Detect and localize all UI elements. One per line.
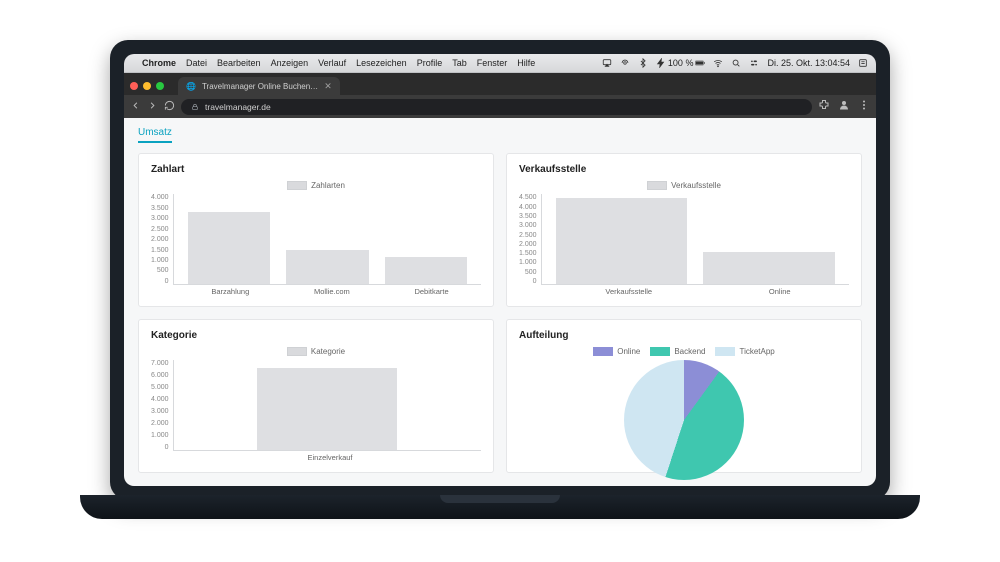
forward-button[interactable] (147, 98, 158, 116)
chart-plot-area (173, 360, 481, 451)
page-content: Umsatz ZahlartZahlarten4.0003.5003.0002.… (124, 118, 876, 486)
minimize-window-button[interactable] (143, 82, 151, 90)
macos-menubar: Chrome Datei Bearbeiten Anzeigen Verlauf… (124, 54, 876, 73)
menu-hilfe[interactable]: Hilfe (517, 58, 535, 68)
extensions-button[interactable] (818, 98, 830, 116)
browser-toolbar: travelmanager.de (124, 95, 876, 119)
laptop-base (80, 495, 920, 519)
menu-tab[interactable]: Tab (452, 58, 467, 68)
bluetooth-icon[interactable] (638, 58, 648, 68)
menu-lesezeichen[interactable]: Lesezeichen (356, 58, 407, 68)
menu-fenster[interactable]: Fenster (477, 58, 508, 68)
legend-backend[interactable]: Backend (650, 347, 705, 356)
tab-title: Travelmanager Online Buchen… (202, 82, 318, 91)
airplay-icon[interactable] (602, 58, 612, 68)
dashboard-grid: ZahlartZahlarten4.0003.5003.0002.5002.00… (124, 143, 876, 486)
battery-status[interactable]: 100 % (656, 58, 706, 68)
bar-barzahlung[interactable] (188, 212, 270, 284)
app-name[interactable]: Chrome (142, 58, 176, 68)
menu-verlauf[interactable]: Verlauf (318, 58, 346, 68)
tab-favicon-icon: 🌐 (186, 82, 196, 91)
maximize-window-button[interactable] (156, 82, 164, 90)
chart-plot-area (173, 194, 481, 285)
profile-button[interactable] (838, 98, 850, 116)
pie-chart[interactable] (624, 360, 744, 480)
menu-datei[interactable]: Datei (186, 58, 207, 68)
bar-einzelverkauf[interactable] (257, 368, 397, 450)
chart-card-kategorie: KategorieKategorie7.0006.0005.0004.0003.… (138, 319, 494, 473)
laptop-lid: Chrome Datei Bearbeiten Anzeigen Verlauf… (110, 40, 890, 500)
menu-bearbeiten[interactable]: Bearbeiten (217, 58, 261, 68)
spotlight-icon[interactable] (731, 58, 741, 68)
bar-online[interactable] (703, 252, 835, 284)
back-button[interactable] (130, 98, 141, 116)
chart-title: Kategorie (151, 330, 481, 341)
status-icons: 100 % Di. 25. Okt. 13:04:54 (602, 58, 868, 68)
chart-card-zahlart: ZahlartZahlarten4.0003.5003.0002.5002.00… (138, 153, 494, 307)
battery-percent: 100 % (668, 58, 694, 68)
lock-icon (191, 103, 199, 111)
notification-center-icon[interactable] (858, 58, 868, 68)
chart-card-verkaufsstelle: VerkaufsstelleVerkaufsstelle4.5004.0003.… (506, 153, 862, 307)
chart-legend: Kategorie (151, 347, 481, 356)
url-text: travelmanager.de (205, 102, 271, 112)
wifi-icon[interactable] (713, 58, 723, 68)
chart-plot-area (541, 194, 849, 285)
window-controls (130, 82, 164, 90)
address-bar[interactable]: travelmanager.de (181, 99, 812, 115)
clock[interactable]: Di. 25. Okt. 13:04:54 (767, 58, 850, 68)
bar-verkaufsstelle[interactable] (556, 198, 688, 284)
control-center-icon[interactable] (749, 58, 759, 68)
bar-mollie-com[interactable] (286, 250, 368, 284)
screen: Chrome Datei Bearbeiten Anzeigen Verlauf… (124, 54, 876, 486)
chart-card-aufteilung: Aufteilung Online Backend TicketApp (506, 319, 862, 473)
chart-title: Verkaufsstelle (519, 164, 849, 175)
chrome-menu-button[interactable] (858, 98, 870, 116)
chart-title: Zahlart (151, 164, 481, 175)
tab-umsatz[interactable]: Umsatz (138, 127, 172, 143)
close-tab-button[interactable]: ✕ (324, 81, 332, 92)
menu-profile[interactable]: Profile (417, 58, 443, 68)
bar-debitkarte[interactable] (385, 257, 467, 284)
menu-anzeigen[interactable]: Anzeigen (271, 58, 309, 68)
page-tabs: Umsatz (124, 118, 876, 143)
browser-tab-strip: 🌐 Travelmanager Online Buchen… ✕ (124, 73, 876, 95)
chart-legend: Zahlarten (151, 181, 481, 190)
legend-online[interactable]: Online (593, 347, 640, 356)
reload-button[interactable] (164, 98, 175, 116)
legend-ticketapp[interactable]: TicketApp (715, 347, 774, 356)
close-window-button[interactable] (130, 82, 138, 90)
browser-tab[interactable]: 🌐 Travelmanager Online Buchen… ✕ (178, 77, 340, 95)
airdrop-icon[interactable] (620, 58, 630, 68)
chart-title: Aufteilung (519, 330, 849, 341)
chart-legend: Verkaufsstelle (519, 181, 849, 190)
chart-legend: Online Backend TicketApp (519, 347, 849, 356)
menu-items: Datei Bearbeiten Anzeigen Verlauf Leseze… (186, 58, 535, 68)
